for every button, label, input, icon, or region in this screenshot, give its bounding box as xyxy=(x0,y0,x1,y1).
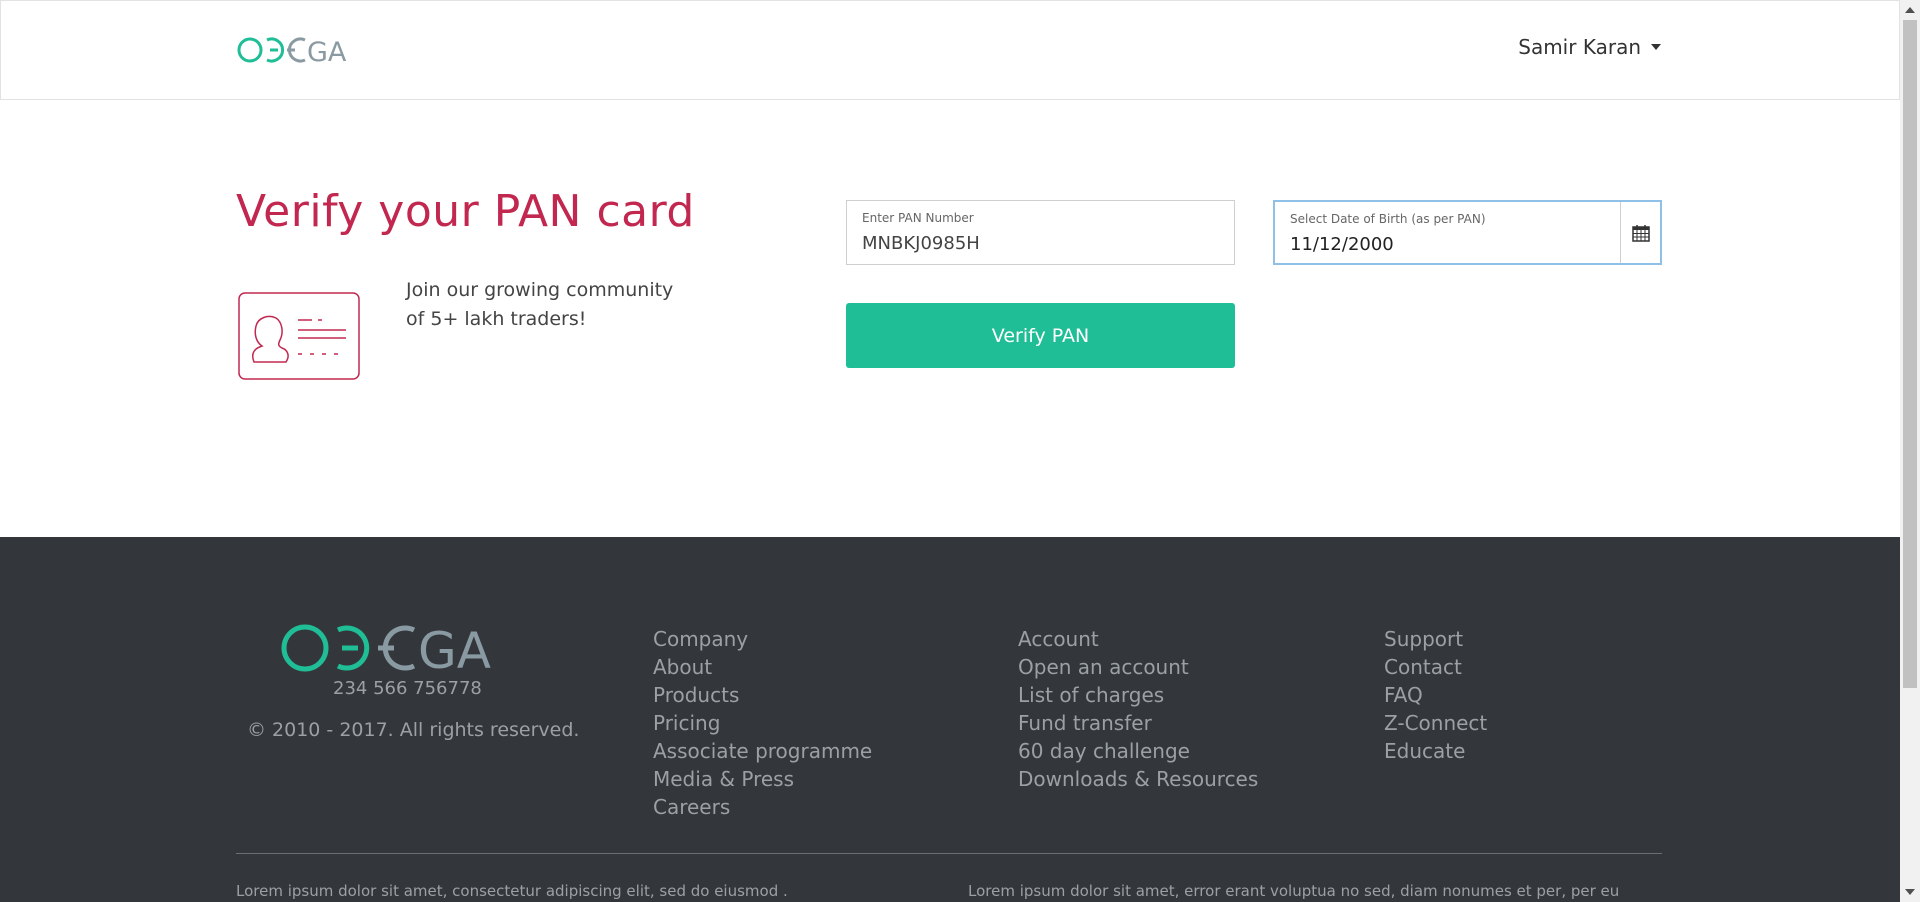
user-name: Samir Karan xyxy=(1518,35,1641,59)
pan-number-label: Enter PAN Number xyxy=(862,211,974,225)
footer-link-contact[interactable]: Contact xyxy=(1384,653,1487,681)
caret-down-icon xyxy=(1651,44,1661,50)
footer-link-pricing[interactable]: Pricing xyxy=(653,709,872,737)
footer-link-about[interactable]: About xyxy=(653,653,872,681)
footer-logo[interactable]: GA xyxy=(280,622,522,680)
community-line-2: of 5+ lakh traders! xyxy=(406,308,587,330)
footer-lorem-left: Lorem ipsum dolor sit amet, consectetur … xyxy=(236,882,788,900)
scroll-down-arrow-icon[interactable] xyxy=(1905,889,1915,895)
page-title: Verify your PAN card xyxy=(236,186,695,237)
dob-label: Select Date of Birth (as per PAN) xyxy=(1290,212,1486,226)
community-line-1: Join our growing community xyxy=(406,279,674,301)
footer-link-list-of-charges[interactable]: List of charges xyxy=(1018,681,1258,709)
footer-link-z-connect[interactable]: Z-Connect xyxy=(1384,709,1487,737)
scrollbar-thumb[interactable] xyxy=(1903,20,1917,688)
footer-link-downloads-resources[interactable]: Downloads & Resources xyxy=(1018,765,1258,793)
footer-link-products[interactable]: Products xyxy=(653,681,872,709)
scroll-up-arrow-icon[interactable] xyxy=(1905,7,1915,13)
community-text: Join our growing community of 5+ lakh tr… xyxy=(406,276,673,334)
vertical-scrollbar[interactable] xyxy=(1900,0,1920,902)
omega-logo[interactable]: GA xyxy=(237,35,359,65)
footer-lorem-right: Lorem ipsum dolor sit amet, error erant … xyxy=(968,882,1620,900)
verify-pan-button[interactable]: Verify PAN xyxy=(846,303,1235,368)
pan-number-field[interactable]: Enter PAN Number xyxy=(846,200,1235,265)
footer-company-links: Company About Products Pricing Associate… xyxy=(653,625,872,821)
footer-support-links: Support Contact FAQ Z-Connect Educate xyxy=(1384,625,1487,765)
calendar-icon xyxy=(1631,224,1650,242)
top-header: GA Samir Karan xyxy=(0,0,1900,100)
footer-divider xyxy=(236,853,1662,854)
footer-link-educate[interactable]: Educate xyxy=(1384,737,1487,765)
footer-link-careers[interactable]: Careers xyxy=(653,793,872,821)
footer-omega-logo-icon: GA xyxy=(281,622,491,680)
footer-account-links: Account Open an account List of charges … xyxy=(1018,625,1258,793)
calendar-button[interactable] xyxy=(1620,202,1660,263)
svg-text:GA: GA xyxy=(418,622,491,674)
footer-phone: 234 566 756778 xyxy=(333,678,482,699)
footer-link-media-press[interactable]: Media & Press xyxy=(653,765,872,793)
footer-link-account[interactable]: Account xyxy=(1018,625,1258,653)
footer-link-60-day-challenge[interactable]: 60 day challenge xyxy=(1018,737,1258,765)
dob-field[interactable]: Select Date of Birth (as per PAN) xyxy=(1273,200,1662,265)
footer-link-support[interactable]: Support xyxy=(1384,625,1487,653)
footer-link-associate-programme[interactable]: Associate programme xyxy=(653,737,872,765)
pan-card-icon xyxy=(238,292,360,380)
footer-link-fund-transfer[interactable]: Fund transfer xyxy=(1018,709,1258,737)
omega-logo-icon: GA xyxy=(237,37,347,65)
footer-link-company[interactable]: Company xyxy=(653,625,872,653)
footer-link-faq[interactable]: FAQ xyxy=(1384,681,1487,709)
pan-number-input[interactable] xyxy=(862,233,1162,254)
dob-input[interactable] xyxy=(1290,234,1590,255)
footer-copyright: © 2010 - 2017. All rights reserved. xyxy=(247,719,580,741)
footer-link-open-account[interactable]: Open an account xyxy=(1018,653,1258,681)
user-menu[interactable]: Samir Karan xyxy=(1518,35,1661,59)
svg-text:GA: GA xyxy=(307,37,347,65)
